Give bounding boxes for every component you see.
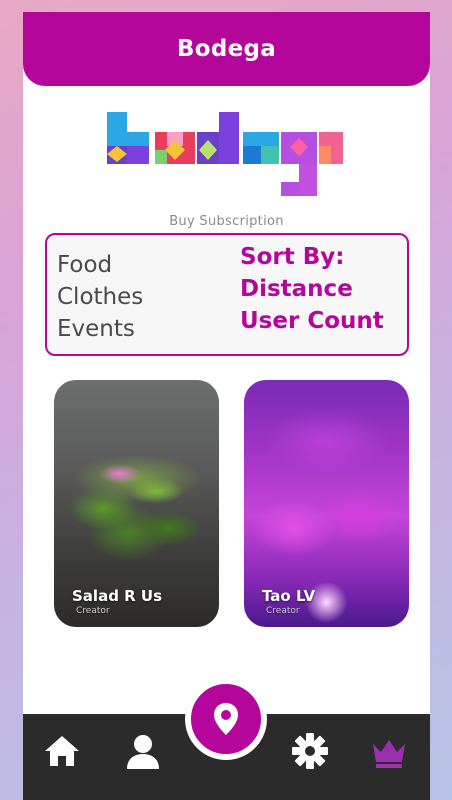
buy-subscription-link[interactable]: Buy Subscription <box>23 214 430 229</box>
category-events[interactable]: Events <box>57 313 143 345</box>
venue-card-tao[interactable]: Tao LV Creator <box>244 380 409 627</box>
header-bar: Bodega <box>23 12 430 86</box>
crown-icon[interactable] <box>371 738 407 768</box>
category-clothes[interactable]: Clothes <box>57 281 143 313</box>
user-icon[interactable] <box>124 734 162 770</box>
category-list: Food Clothes Events <box>57 249 143 345</box>
app-screen: Bodega Buy Subscription Food Clothes Eve… <box>23 12 430 800</box>
card-subtitle: Creator <box>266 606 300 616</box>
sort-distance[interactable]: Distance <box>240 273 384 305</box>
bodega-logo <box>107 112 343 196</box>
app-title: Bodega <box>176 36 277 62</box>
card-subtitle: Creator <box>76 606 110 616</box>
map-button[interactable] <box>185 678 267 760</box>
card-title: Tao LV <box>262 587 316 605</box>
map-pin-icon <box>214 703 238 735</box>
sort-user-count[interactable]: User Count <box>240 305 384 337</box>
venue-card-salad[interactable]: Salad R Us Creator <box>54 380 219 627</box>
card-title: Salad R Us <box>72 587 163 605</box>
category-food[interactable]: Food <box>57 249 143 281</box>
gear-icon[interactable] <box>291 732 329 770</box>
sort-by-label: Sort By: <box>240 244 345 270</box>
filter-panel: Food Clothes Events Sort By: Distance Us… <box>45 233 409 356</box>
sort-options: Sort By: Distance User Count <box>240 241 384 337</box>
home-icon[interactable] <box>43 734 81 768</box>
